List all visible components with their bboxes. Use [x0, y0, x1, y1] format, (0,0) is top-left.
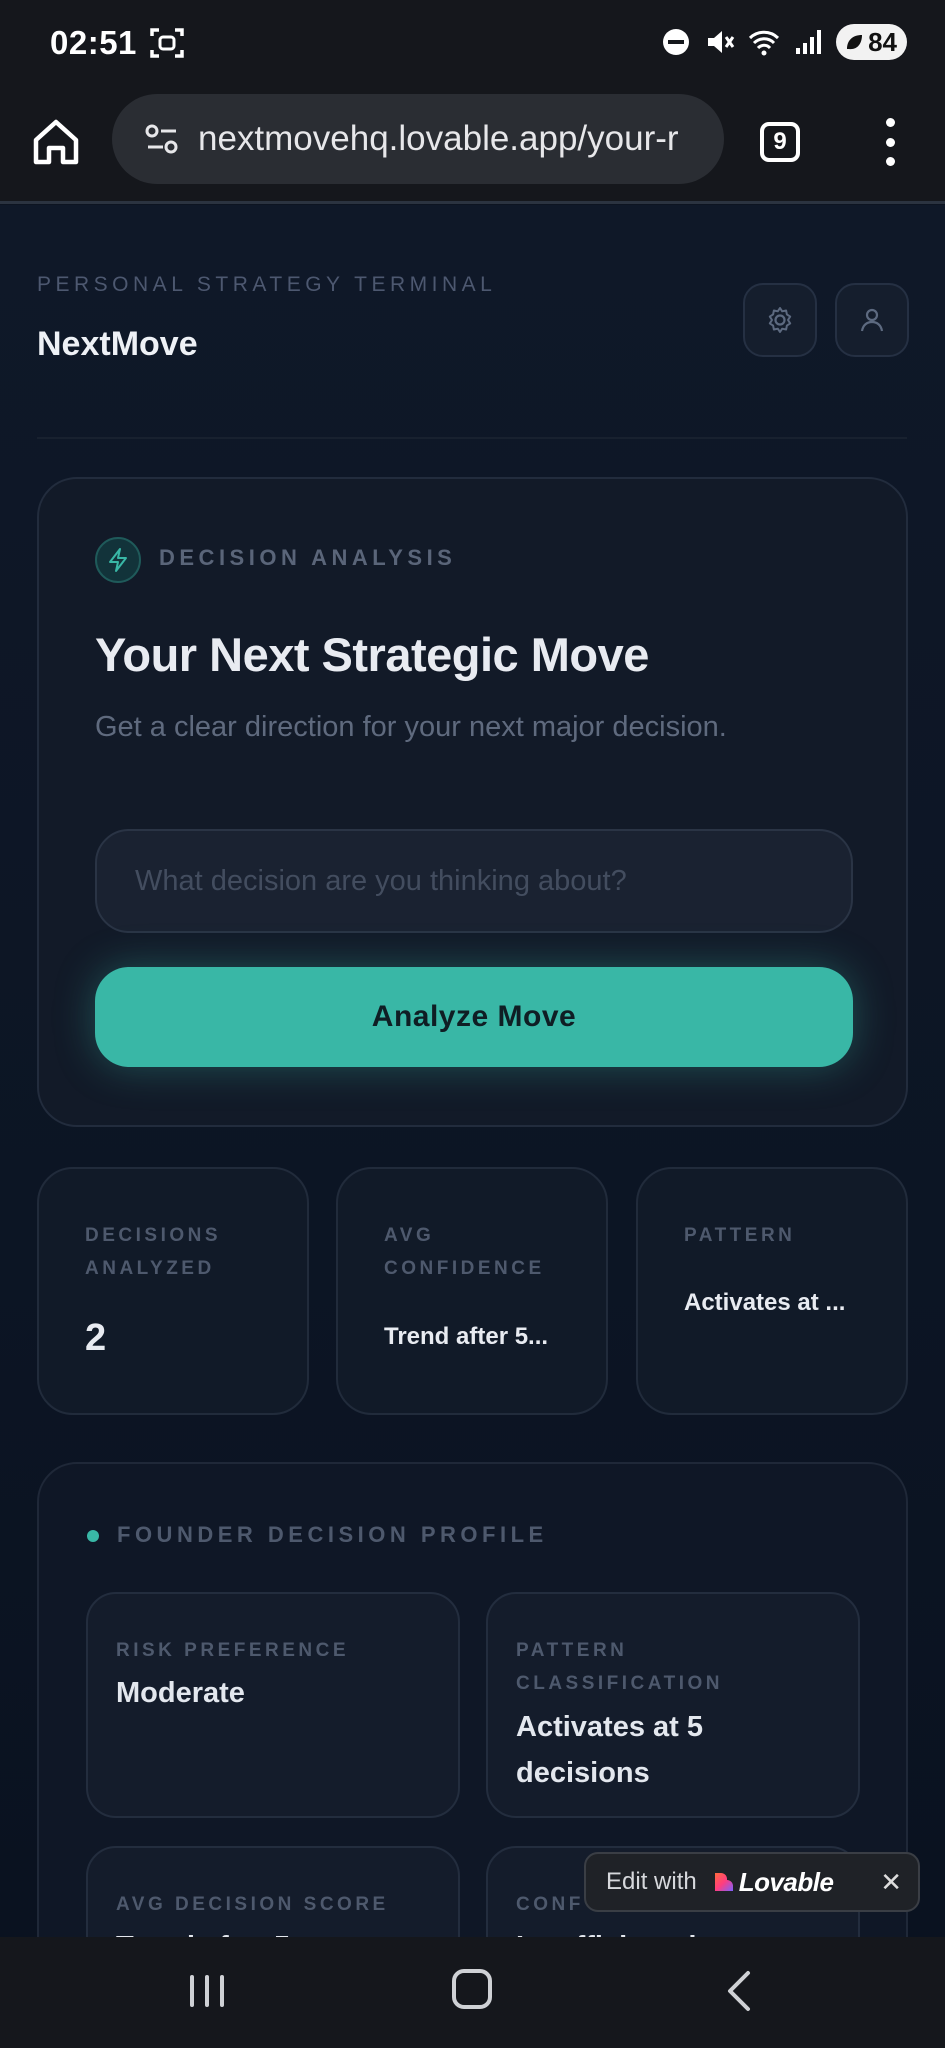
profile-card-label: RISK PREFERENCE	[116, 1640, 350, 1661]
decision-input[interactable]	[95, 829, 853, 933]
gear-icon	[768, 307, 792, 333]
tab-switcher-button[interactable]: 9	[760, 122, 800, 162]
do-not-disturb-icon	[663, 29, 690, 55]
browser-toolbar: nextmovehq.lovable.app/your-r 9	[0, 92, 945, 204]
profile-card-value: Activates at 5 decisions	[516, 1711, 703, 1789]
founder-profile-label: FOUNDER DECISION PROFILE	[117, 1522, 548, 1547]
recent-apps-icon[interactable]	[190, 1975, 224, 2007]
mute-icon	[708, 31, 735, 53]
brand-title[interactable]: NextMove	[37, 325, 198, 364]
profile-button[interactable]	[835, 283, 909, 357]
site-settings-icon[interactable]	[144, 121, 180, 157]
status-time: 02:51	[50, 24, 137, 61]
lovable-edit-text[interactable]: Edit with	[606, 1868, 697, 1896]
battery-icon: 84	[836, 24, 907, 60]
stat-label: DECISIONS ANALYZED	[85, 1225, 222, 1279]
lovable-brand: Lovable	[738, 1866, 834, 1897]
lightning-icon	[95, 537, 141, 583]
stat-decisions-analyzed: DECISIONS ANALYZED 2	[37, 1167, 309, 1415]
decision-subtitle: Get a clear direction for your next majo…	[95, 711, 727, 743]
user-icon	[860, 308, 884, 332]
settings-button[interactable]	[743, 283, 817, 357]
battery-level: 84	[868, 26, 897, 57]
address-bar[interactable]: nextmovehq.lovable.app/your-r	[112, 94, 724, 184]
analyze-move-button[interactable]: Analyze Move	[95, 967, 853, 1067]
more-menu-icon[interactable]	[880, 118, 900, 166]
profile-pattern-classification: PATTERN CLASSIFICATION Activates at 5 de…	[486, 1592, 860, 1818]
stat-avg-confidence: AVG CONFIDENCE Trend after 5...	[336, 1167, 608, 1415]
stat-label: PATTERN	[684, 1225, 796, 1246]
leaf-icon	[847, 35, 863, 50]
home-button-icon[interactable]	[452, 1969, 492, 2009]
close-icon[interactable]: ✕	[880, 1867, 902, 1898]
status-dot	[87, 1530, 99, 1542]
profile-card-value: Trend after 5	[116, 1924, 436, 1937]
home-icon[interactable]	[30, 116, 82, 168]
page-content: PERSONAL STRATEGY TERMINAL NextMove DECI…	[0, 205, 945, 1937]
profile-avg-decision-score: AVG DECISION SCORE Trend after 5	[86, 1846, 460, 1937]
status-bar: 02:51 84	[0, 0, 945, 92]
stat-pattern: PATTERN Activates at ...	[636, 1167, 908, 1415]
edit-with-lovable-badge[interactable]: Edit with Lovable ✕	[584, 1852, 920, 1912]
profile-risk-preference: RISK PREFERENCE Moderate	[86, 1592, 460, 1818]
signal-icon	[796, 30, 822, 54]
wifi-icon	[749, 30, 780, 56]
page-kicker: PERSONAL STRATEGY TERMINAL	[37, 273, 497, 296]
screenshot-icon	[150, 28, 184, 58]
profile-card-value: Insufficient data	[516, 1924, 836, 1937]
back-icon[interactable]	[720, 1969, 760, 2013]
stat-value: 2	[85, 1317, 107, 1359]
profile-card-label: AVG DECISION SCORE	[116, 1894, 389, 1915]
stat-label: AVG CONFIDENCE	[384, 1225, 545, 1279]
decision-analysis-card: DECISION ANALYSIS Your Next Strategic Mo…	[37, 477, 908, 1127]
header-divider	[37, 437, 907, 439]
url-text[interactable]: nextmovehq.lovable.app/your-r	[198, 119, 679, 159]
status-icons: 84	[660, 24, 907, 60]
profile-card-value: Moderate	[116, 1677, 245, 1709]
stat-value: Activates at ...	[684, 1289, 846, 1316]
decision-title: Your Next Strategic Move	[95, 628, 649, 681]
stat-value: Trend after 5...	[384, 1323, 549, 1350]
profile-card-label: PATTERN CLASSIFICATION	[516, 1640, 723, 1694]
system-nav-bar	[0, 1937, 945, 2048]
lovable-logo-icon	[714, 1873, 733, 1891]
decision-analysis-label: DECISION ANALYSIS	[159, 545, 457, 570]
